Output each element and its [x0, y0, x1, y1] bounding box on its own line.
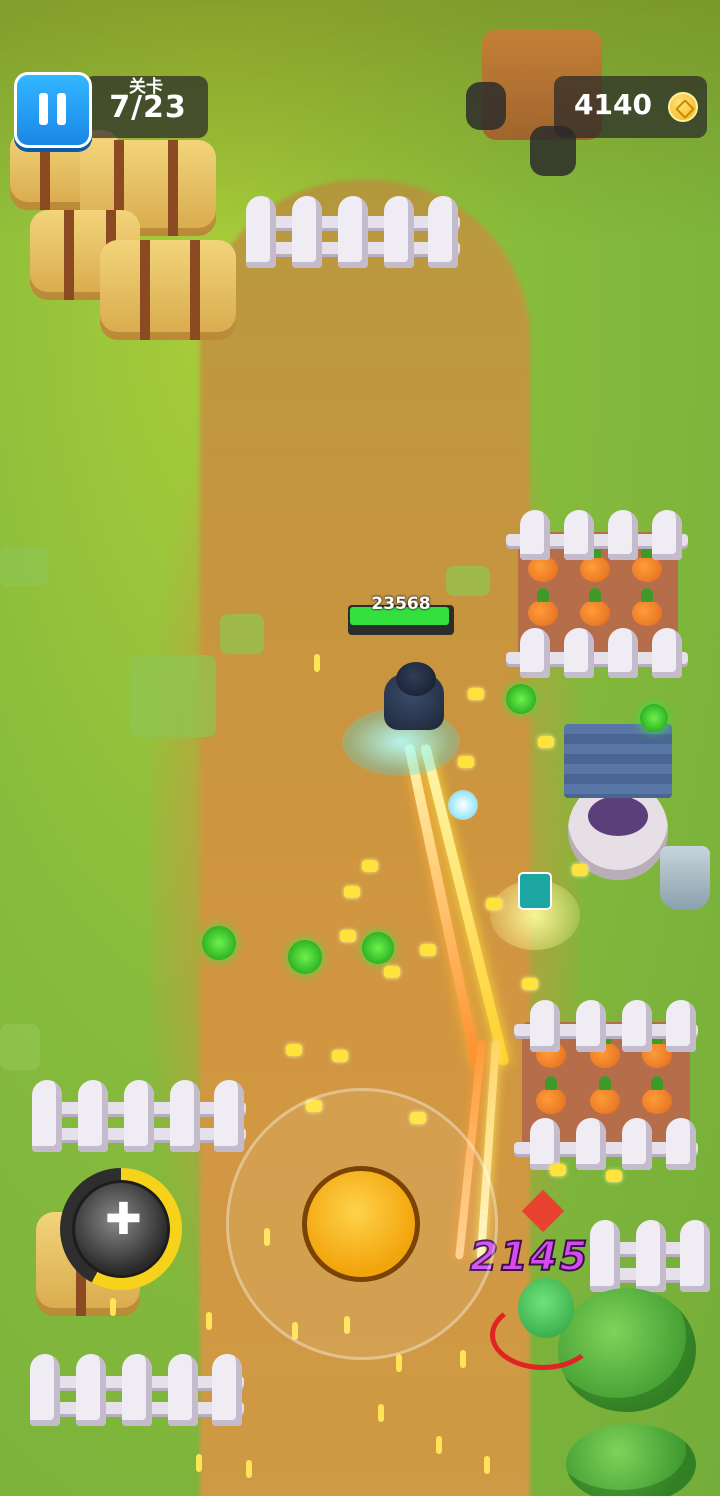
joystick-knob[interactable]: [302, 1166, 420, 1282]
pause-button[interactable]: [14, 72, 92, 148]
coin: [110, 1298, 116, 1316]
item-pickup: [518, 872, 552, 910]
hero-head: [396, 662, 436, 696]
fence: [514, 1000, 698, 1052]
coin: [550, 1164, 566, 1176]
level-value: 7/23: [109, 90, 187, 125]
coin: [572, 864, 588, 876]
fence: [506, 510, 688, 560]
grass-patch: [0, 548, 48, 586]
coin: [522, 978, 538, 990]
coin: [458, 756, 474, 768]
coin: [332, 1050, 348, 1062]
grass-patch: [446, 566, 490, 596]
carrot: [632, 588, 662, 626]
coin: [206, 1312, 212, 1330]
green-goo: [362, 932, 394, 964]
coin: [196, 1454, 202, 1472]
fence: [514, 1118, 698, 1170]
coin: [468, 688, 484, 700]
coin: [484, 1456, 490, 1474]
carrot: [580, 588, 610, 626]
coin: [314, 654, 320, 672]
green-goo: [640, 704, 668, 732]
coin: [420, 944, 436, 956]
game-scene: 23568 2145 关卡 7/23 4140 ✚: [0, 0, 720, 1496]
energy-orb: [448, 790, 478, 820]
bush: [566, 1424, 696, 1496]
grass-patch: [220, 614, 264, 654]
fence: [246, 196, 460, 268]
coin: [286, 1044, 302, 1056]
carrot: [528, 588, 558, 626]
well-roof: [564, 724, 672, 798]
coin: [538, 736, 554, 748]
carrot: [536, 1076, 566, 1114]
coin: [396, 1354, 402, 1372]
fence: [32, 1080, 246, 1152]
fence: [30, 1354, 244, 1426]
coin-icon: [668, 92, 698, 122]
enemy-target-ring: [490, 1300, 596, 1370]
bucket: [660, 846, 710, 910]
plus-orb-icon: ✚: [105, 1194, 142, 1245]
coin: [436, 1436, 442, 1454]
coin-count: 4140: [574, 88, 652, 121]
green-goo: [506, 684, 536, 714]
coin: [460, 1350, 466, 1368]
tractor-wheel: [466, 82, 506, 130]
green-goo: [202, 926, 236, 960]
green-goo: [288, 940, 322, 974]
coin: [246, 1460, 252, 1478]
health-value: 23568: [371, 594, 431, 614]
carrot: [642, 1076, 672, 1114]
coin: [344, 886, 360, 898]
coin: [378, 1404, 384, 1422]
grass-patch: [0, 1024, 40, 1070]
coin: [486, 898, 502, 910]
coin: [362, 860, 378, 872]
well-hole: [588, 796, 648, 836]
hay-bale: [100, 240, 236, 340]
coin: [340, 930, 356, 942]
coin: [606, 1170, 622, 1182]
fence: [506, 628, 688, 678]
grass-patch: [130, 655, 216, 737]
fence: [590, 1220, 710, 1292]
coin: [384, 966, 400, 978]
carrot: [590, 1076, 620, 1114]
